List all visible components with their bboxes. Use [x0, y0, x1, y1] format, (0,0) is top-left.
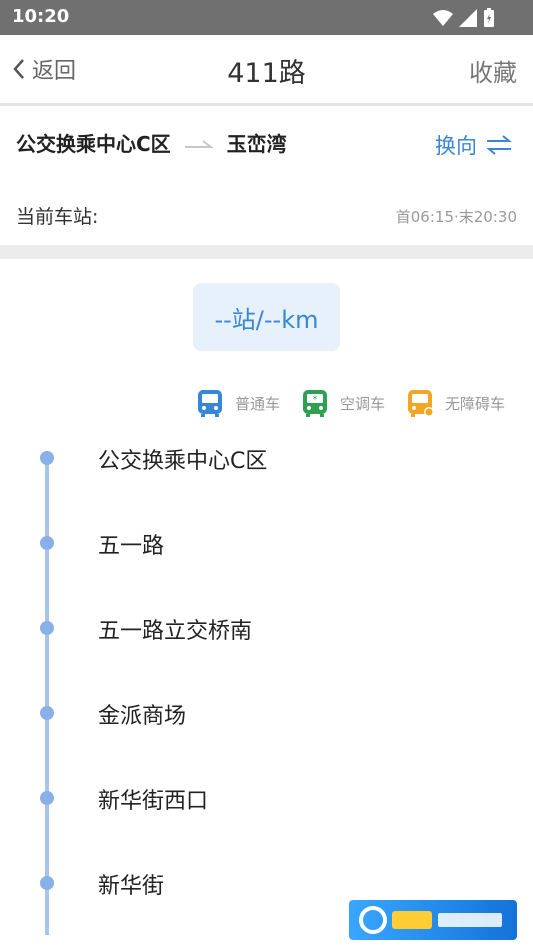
status-icons: [433, 8, 495, 28]
svg-text:*: *: [313, 395, 318, 405]
legend-item-ac: * 空调车: [300, 388, 385, 418]
status-time: 10:20: [12, 6, 70, 27]
route-timeline-line: [45, 455, 49, 935]
stop-dot: [40, 791, 54, 805]
stop-dot: [40, 876, 54, 890]
legend-item-regular: 普通车: [195, 388, 280, 418]
stop-name: 五一路: [98, 534, 165, 559]
schedule-times: 首06:15·末20:30: [395, 208, 517, 226]
bus-icon: [197, 390, 222, 417]
page-title: 411路: [227, 58, 306, 89]
stop-item[interactable]: 公交换乘中心C区: [0, 443, 533, 474]
route-arrow-icon: [184, 131, 214, 155]
route-from: 公交换乘中心C区: [16, 132, 171, 156]
wifi-icon: [433, 10, 453, 26]
stop-dot: [40, 706, 54, 720]
stop-item[interactable]: 五一路: [0, 528, 533, 559]
section-divider: [0, 245, 533, 259]
stop-name: 新华街: [98, 874, 165, 899]
distance-summary-text: --站/--km: [214, 305, 319, 334]
stop-dot: [40, 621, 54, 635]
stop-item[interactable]: 五一路立交桥南: [0, 613, 533, 644]
stop-item[interactable]: 新华街: [0, 868, 533, 899]
stop-item[interactable]: 新华街西口: [0, 783, 533, 814]
watermark-logo: [349, 900, 517, 940]
distance-summary: --站/--km: [193, 283, 340, 351]
legend-label: 空调车: [339, 394, 385, 413]
stop-name: 新华街西口: [98, 789, 209, 814]
nav-bar: 返回 411路 收藏: [0, 35, 533, 103]
accessible-bus-icon: [407, 390, 434, 417]
stop-name: 五一路立交桥南: [98, 619, 253, 644]
bus-type-legend: 普通车 * 空调车 无障碍车: [195, 388, 505, 418]
swap-label: 换向: [435, 134, 477, 158]
stop-dot: [40, 451, 54, 465]
nav-divider: [0, 103, 533, 106]
legend-label: 普通车: [234, 394, 280, 413]
legend-label: 无障碍车: [444, 394, 505, 413]
stop-name: 公交换乘中心C区: [98, 449, 268, 474]
stop-item[interactable]: 金派商场: [0, 698, 533, 729]
signal-icon: [459, 9, 477, 27]
stop-name: 金派商场: [98, 704, 187, 729]
battery-icon: [484, 8, 494, 27]
swap-direction-button[interactable]: 换向: [435, 130, 513, 160]
swap-arrows-icon: [486, 135, 512, 155]
legend-item-accessible: 无障碍车: [405, 388, 505, 418]
watermark-badge-icon: [349, 900, 517, 940]
route-direction: 公交换乘中心C区 玉峦湾: [16, 128, 287, 157]
favorite-button[interactable]: 收藏: [469, 53, 517, 88]
ac-bus-icon: *: [302, 390, 327, 417]
route-to: 玉峦湾: [226, 132, 287, 156]
stop-dot: [40, 536, 54, 550]
current-station-label: 当前车站:: [16, 206, 99, 228]
status-bar: 10:20: [0, 0, 533, 35]
